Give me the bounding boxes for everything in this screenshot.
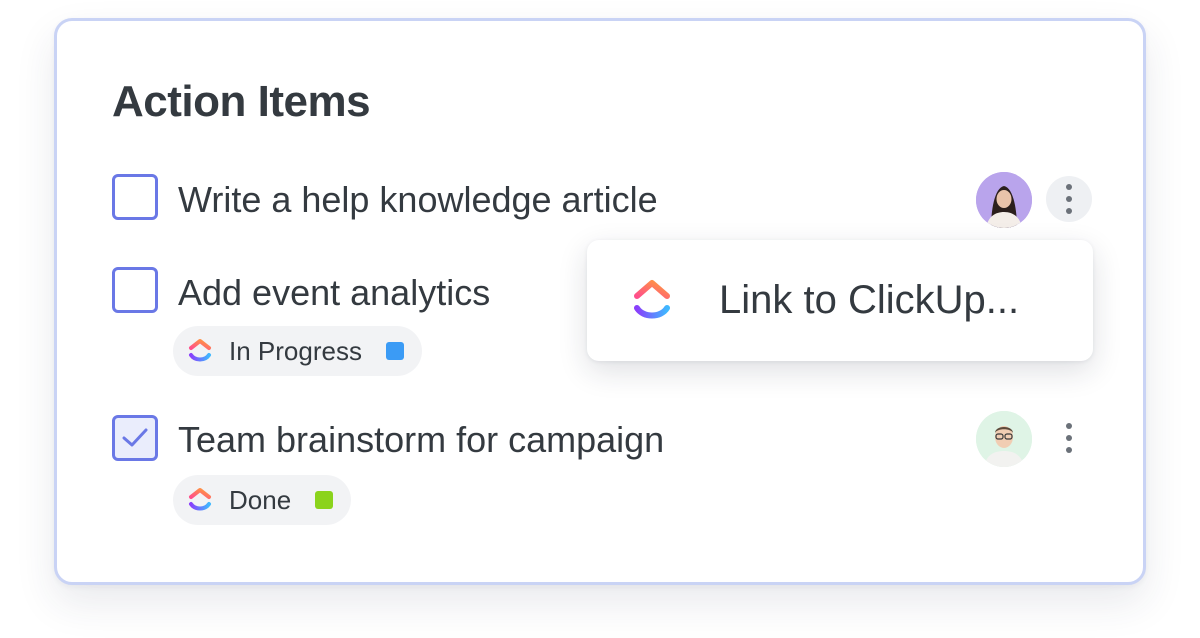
task-more-button[interactable] (1046, 415, 1092, 461)
status-text: Done (229, 484, 292, 515)
more-vertical-icon (1066, 423, 1072, 429)
context-menu: Link to ClickUp... (587, 240, 1093, 361)
clickup-logo-icon (634, 279, 670, 318)
more-vertical-icon (1066, 184, 1072, 190)
checkmark-icon (122, 428, 148, 447)
task-checkbox[interactable] (112, 174, 158, 220)
section-title: Action Items (112, 77, 371, 126)
task-checkbox-checked[interactable] (112, 415, 158, 461)
status-badge[interactable]: Done (173, 475, 352, 525)
status-badge[interactable]: In Progress (173, 326, 422, 376)
task-more-button[interactable] (1046, 176, 1092, 222)
task-label[interactable]: Write a help knowledge article (178, 182, 658, 218)
status-color-swatch (385, 342, 404, 360)
person-avatar-icon (976, 411, 1032, 467)
menu-item-link-to-clickup[interactable]: Link to ClickUp... (719, 278, 1019, 323)
assignee-avatar[interactable] (976, 411, 1032, 467)
task-label[interactable]: Team brainstorm for campaign (178, 422, 664, 458)
clickup-logo-icon (189, 488, 211, 511)
status-color-swatch (315, 491, 334, 509)
person-avatar-icon (976, 172, 1032, 228)
task-checkbox[interactable] (112, 267, 158, 313)
task-label[interactable]: Add event analytics (178, 275, 490, 311)
clickup-logo-icon (189, 339, 211, 362)
status-text: In Progress (229, 335, 362, 366)
assignee-avatar[interactable] (976, 172, 1032, 228)
